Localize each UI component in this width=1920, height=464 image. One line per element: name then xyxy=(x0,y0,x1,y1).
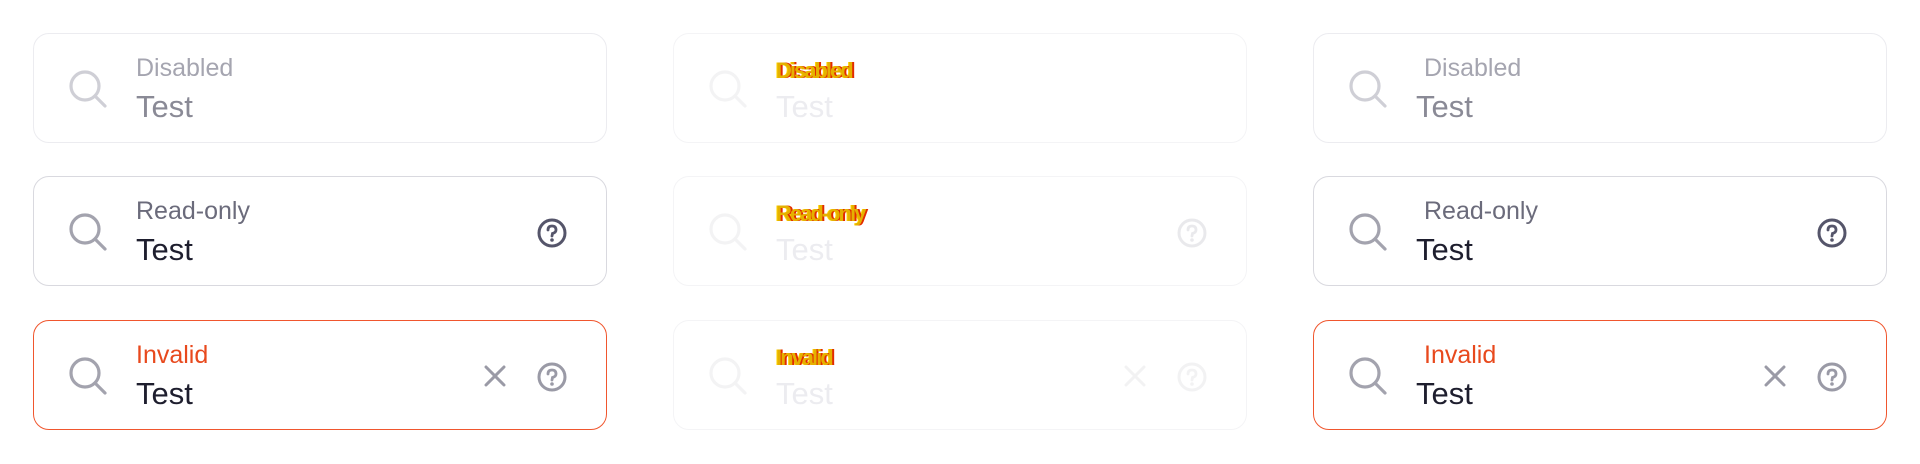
help-circle-icon[interactable] xyxy=(1816,361,1848,393)
field-label: Invalid xyxy=(136,341,209,369)
field-value: Test xyxy=(776,232,833,267)
field-label: Read-only xyxy=(1424,197,1538,225)
field-label: Invalid xyxy=(1424,341,1497,369)
search-icon xyxy=(69,213,107,251)
field-value: Test xyxy=(1416,232,1473,267)
field-label: Read-only xyxy=(776,201,866,226)
search-field-invalid[interactable]: Invalid Test xyxy=(33,320,607,430)
help-circle-icon[interactable] xyxy=(536,361,568,393)
search-field-readonly: Read-only Test xyxy=(673,176,1247,286)
field-value: Test xyxy=(776,89,833,124)
field-value: Test xyxy=(136,376,193,411)
field-label: Disabled xyxy=(136,54,234,82)
search-icon xyxy=(1349,357,1387,395)
help-circle-icon[interactable] xyxy=(536,217,568,249)
field-value: Test xyxy=(136,232,193,267)
field-label: Disabled xyxy=(1424,54,1522,82)
search-icon xyxy=(709,357,747,395)
search-field-invalid[interactable]: Invalid Test xyxy=(1313,320,1887,430)
search-icon xyxy=(709,213,747,251)
search-icon xyxy=(69,70,107,108)
search-field-readonly[interactable]: Read-only Test xyxy=(33,176,607,286)
variant-column-1: Disabled Test Read-only Test Invalid Tes… xyxy=(0,0,640,464)
search-field-disabled: Disabled Test xyxy=(33,33,607,143)
search-field-disabled: Disabled Test xyxy=(673,33,1247,143)
field-label: Invalid xyxy=(776,345,834,370)
search-field-invalid: Invalid Test xyxy=(673,320,1247,430)
field-value: Test xyxy=(136,89,193,124)
search-icon xyxy=(1349,213,1387,251)
field-value: Test xyxy=(1416,89,1473,124)
help-circle-icon[interactable] xyxy=(1816,217,1848,249)
help-circle-icon xyxy=(1177,362,1207,392)
search-field-readonly[interactable]: Read-only Test xyxy=(1313,176,1887,286)
variant-column-3: Disabled Test Read-only Test Invalid Tes… xyxy=(1280,0,1920,464)
field-label: Read-only xyxy=(136,197,250,225)
search-icon xyxy=(709,70,747,108)
field-value: Test xyxy=(1416,376,1473,411)
search-icon xyxy=(1349,70,1387,108)
variant-column-2: Disabled Test Read-only Test Invalid Tes… xyxy=(640,0,1280,464)
help-circle-icon xyxy=(1177,218,1207,248)
search-field-disabled: Disabled Test xyxy=(1313,33,1887,143)
field-label: Disabled xyxy=(776,58,854,83)
close-icon[interactable] xyxy=(482,363,508,389)
close-icon[interactable] xyxy=(1762,363,1788,389)
search-icon xyxy=(69,357,107,395)
field-value: Test xyxy=(776,376,833,411)
close-icon xyxy=(1124,365,1146,387)
